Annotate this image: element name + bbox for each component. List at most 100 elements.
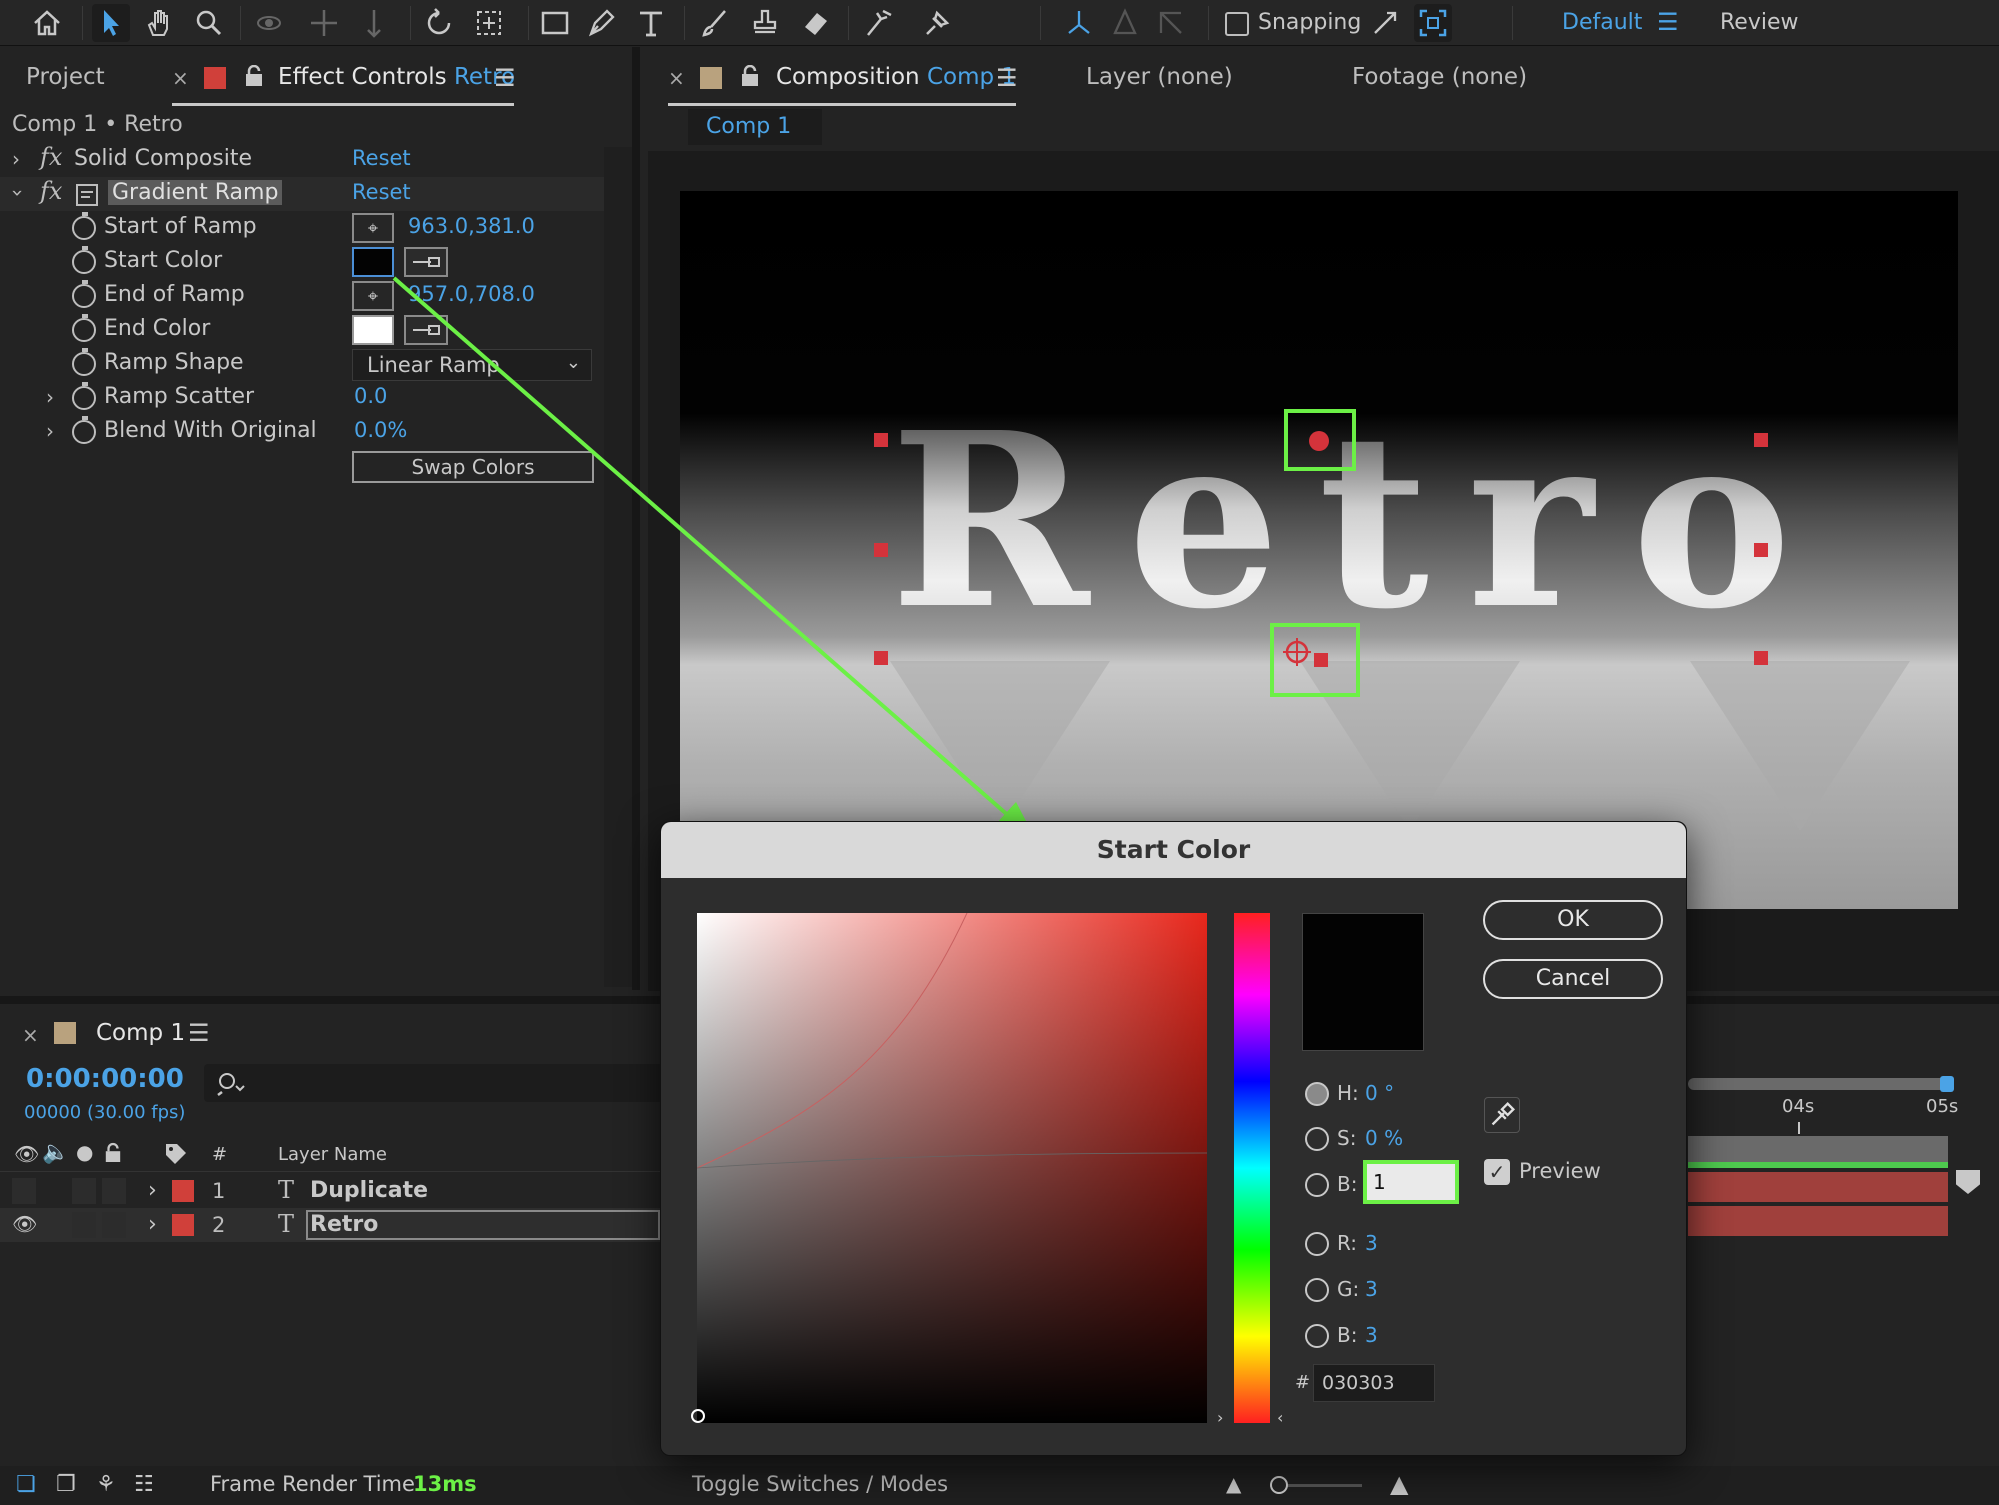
- puppet-pin-tool-icon[interactable]: [918, 4, 956, 42]
- work-area-bar[interactable]: [1688, 1078, 1948, 1090]
- chevron-right-icon[interactable]: ›: [46, 385, 54, 409]
- clone-stamp-tool-icon[interactable]: [746, 4, 784, 42]
- eye-icon[interactable]: 👁: [14, 1142, 39, 1166]
- property-value[interactable]: 0.0: [354, 384, 387, 408]
- hue-slider[interactable]: [1234, 913, 1270, 1423]
- preview-checkbox[interactable]: ✓: [1484, 1159, 1510, 1185]
- zoom-out-icon[interactable]: ▲: [1226, 1472, 1241, 1496]
- layer-search-input[interactable]: [204, 1064, 664, 1102]
- chevron-right-icon[interactable]: ›: [148, 1212, 157, 1237]
- chevron-right-icon[interactable]: ›: [148, 1178, 157, 1203]
- eyedropper-icon[interactable]: [404, 315, 448, 345]
- layer-bar-duplicate[interactable]: [1688, 1172, 1948, 1202]
- composition-canvas[interactable]: Retro: [680, 191, 1958, 909]
- fx-icon[interactable]: fx: [40, 143, 62, 171]
- brightness-radio[interactable]: [1305, 1173, 1329, 1197]
- layer-bar-retro[interactable]: [1688, 1206, 1948, 1236]
- column-layer-name[interactable]: Layer Name: [278, 1144, 387, 1165]
- orbit-camera-icon[interactable]: [250, 4, 288, 42]
- layer-name[interactable]: Retro: [310, 1212, 378, 1237]
- rectangle-tool-icon[interactable]: [536, 4, 574, 42]
- ok-button[interactable]: OK: [1483, 900, 1663, 940]
- end-color-swatch[interactable]: [352, 315, 394, 345]
- chevron-right-icon[interactable]: ›: [12, 147, 20, 171]
- lock-toggle[interactable]: [102, 1178, 126, 1204]
- g-value[interactable]: 3: [1365, 1277, 1378, 1301]
- snap-features-icon[interactable]: [1414, 4, 1452, 42]
- comp-bar[interactable]: [1688, 1136, 1948, 1162]
- tab-timeline-comp[interactable]: Comp 1: [96, 1020, 185, 1046]
- stopwatch-icon[interactable]: [72, 416, 96, 444]
- lock-icon[interactable]: [104, 1142, 122, 1164]
- brush-tool-icon[interactable]: [696, 4, 734, 42]
- reset-link[interactable]: Reset: [352, 180, 411, 204]
- solo-icon[interactable]: ●: [76, 1140, 93, 1164]
- workspace-review[interactable]: Review: [1720, 10, 1799, 35]
- effect-solid-composite[interactable]: › fx Solid Composite Reset: [0, 143, 604, 177]
- layer-label-color[interactable]: [172, 1214, 194, 1236]
- solo-toggle[interactable]: [72, 1212, 96, 1238]
- property-value[interactable]: 0.0%: [354, 418, 407, 442]
- layer-switches-icon[interactable]: ❐: [56, 1472, 76, 1497]
- stopwatch-icon[interactable]: [72, 348, 96, 376]
- scrollbar[interactable]: [604, 147, 632, 987]
- close-icon[interactable]: ×: [172, 66, 189, 90]
- pan-camera-icon[interactable]: [305, 4, 343, 42]
- zoom-slider-thumb[interactable]: [1270, 1476, 1288, 1494]
- property-value[interactable]: 963.0,381.0: [408, 214, 535, 238]
- retro-text-layer[interactable]: Retro: [890, 401, 1830, 641]
- lock-icon[interactable]: [740, 65, 760, 87]
- label-tag-icon[interactable]: [164, 1142, 188, 1166]
- panel-menu-icon[interactable]: ☰: [494, 64, 516, 92]
- in-out-panes-icon[interactable]: ☷: [134, 1472, 154, 1497]
- eye-icon[interactable]: 👁: [12, 1212, 37, 1236]
- panel-menu-icon[interactable]: ☰: [996, 64, 1018, 92]
- stopwatch-icon[interactable]: [72, 382, 96, 410]
- end-of-ramp-crosshair-icon[interactable]: [1280, 635, 1314, 669]
- layer-handle[interactable]: [1754, 433, 1768, 447]
- pen-tool-icon[interactable]: [582, 4, 620, 42]
- brightness-input[interactable]: 1: [1363, 1160, 1459, 1204]
- stopwatch-icon[interactable]: [72, 246, 96, 274]
- cancel-button[interactable]: Cancel: [1483, 959, 1663, 999]
- timeline-graph-area[interactable]: 04s 05s: [1688, 1034, 1999, 1474]
- stopwatch-icon[interactable]: [72, 280, 96, 308]
- transfer-controls-icon[interactable]: ⚘: [96, 1472, 116, 1497]
- green-radio[interactable]: [1305, 1278, 1329, 1302]
- visibility-toggle[interactable]: [12, 1178, 36, 1204]
- tab-composition[interactable]: Composition Comp 1: [776, 64, 1016, 90]
- anchor-point-tool-icon[interactable]: [470, 4, 508, 42]
- work-area-end-handle[interactable]: [1940, 1076, 1954, 1092]
- effect-gradient-ramp[interactable]: › fx Gradient Ramp Reset: [0, 177, 604, 211]
- roto-brush-tool-icon[interactable]: [860, 4, 898, 42]
- world-axis-mode-icon[interactable]: [1106, 4, 1144, 42]
- start-of-ramp-point[interactable]: [1309, 431, 1329, 451]
- snapping-checkbox[interactable]: [1225, 12, 1249, 36]
- local-axis-mode-icon[interactable]: [1060, 4, 1098, 42]
- crosshair-icon[interactable]: ⌖: [352, 281, 394, 311]
- stopwatch-icon[interactable]: [72, 314, 96, 342]
- h-value[interactable]: 0 °: [1365, 1081, 1394, 1105]
- dolly-camera-icon[interactable]: [355, 4, 393, 42]
- reset-link[interactable]: Reset: [352, 146, 411, 170]
- swap-colors-button[interactable]: Swap Colors: [352, 451, 594, 483]
- blue-radio[interactable]: [1305, 1324, 1329, 1348]
- eyedropper-icon[interactable]: [1484, 1097, 1520, 1133]
- property-value[interactable]: 957.0,708.0: [408, 282, 535, 306]
- lock-toggle[interactable]: [102, 1212, 126, 1238]
- workspace-menu-icon[interactable]: ☰: [1657, 8, 1679, 36]
- s-value[interactable]: 0 %: [1365, 1126, 1403, 1150]
- marker-icon[interactable]: [1956, 1170, 1980, 1194]
- zoom-in-icon[interactable]: ▲: [1390, 1470, 1408, 1498]
- panel-menu-icon[interactable]: ☰: [188, 1019, 210, 1047]
- eyedropper-icon[interactable]: [404, 247, 448, 277]
- tab-project[interactable]: Project: [26, 64, 105, 90]
- layer-handle[interactable]: [874, 543, 888, 557]
- red-radio[interactable]: [1305, 1232, 1329, 1256]
- current-time-display[interactable]: 0:00:00:00: [26, 1064, 184, 1094]
- layer-label-color[interactable]: [172, 1180, 194, 1202]
- saturation-brightness-field[interactable]: [691, 913, 1207, 1423]
- comp-navigator-tab[interactable]: Comp 1: [688, 109, 822, 145]
- layer-name[interactable]: Duplicate: [310, 1178, 428, 1203]
- layer-row[interactable]: › 1 T Duplicate: [0, 1174, 660, 1208]
